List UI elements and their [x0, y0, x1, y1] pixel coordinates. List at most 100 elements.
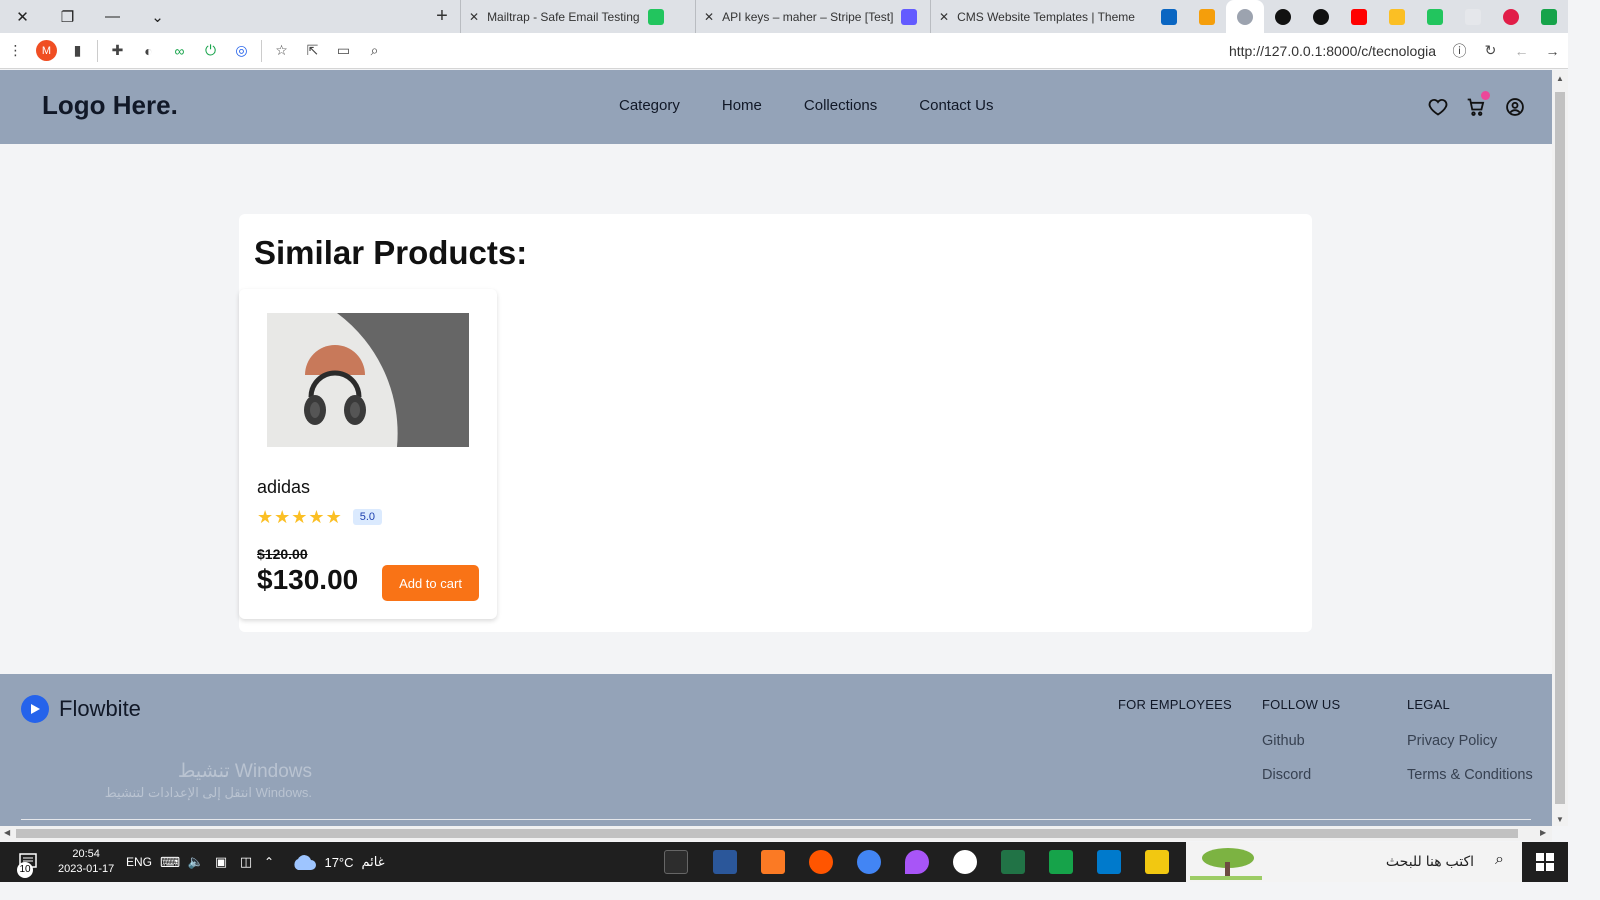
- product-title[interactable]: adidas: [257, 477, 310, 498]
- tab-close-icon[interactable]: ✕: [939, 10, 949, 24]
- tab-close-icon[interactable]: ✕: [704, 10, 714, 24]
- profile-avatar[interactable]: M: [31, 33, 62, 69]
- windows-taskbar: 10 20:54 2023-01-17 ENG ⌨ 🔈 ▣ ◫ ⌃ 17°C غ…: [0, 842, 1568, 882]
- pinned-tab-apps[interactable]: [1416, 0, 1454, 33]
- horizontal-scrollbar[interactable]: ◀ ▶: [0, 826, 1552, 841]
- terminal-app-icon[interactable]: [664, 850, 688, 874]
- app-icon[interactable]: [1049, 850, 1073, 874]
- scroll-up-arrow-icon[interactable]: ▲: [1556, 74, 1564, 83]
- weather-cloud-icon[interactable]: [290, 842, 318, 882]
- scroll-right-arrow-icon[interactable]: ▶: [1540, 828, 1546, 837]
- extensions-puzzle-icon[interactable]: ✚: [102, 33, 133, 69]
- star-icon: ★: [274, 507, 291, 527]
- add-to-cart-button[interactable]: Add to cart: [382, 565, 479, 601]
- address-bar-url[interactable]: http://127.0.0.1:8000/c/tecnologia: [1229, 43, 1444, 59]
- menu-kebab-icon[interactable]: ⋮: [0, 33, 31, 69]
- reload-icon[interactable]: ↻: [1475, 33, 1506, 69]
- minimize-window-icon[interactable]: —: [90, 0, 135, 33]
- app-icon[interactable]: [953, 850, 977, 874]
- notifications-icon[interactable]: 10: [10, 842, 46, 882]
- pinned-tab-doc[interactable]: [1454, 0, 1492, 33]
- footer-link-discord[interactable]: Discord: [1262, 767, 1340, 783]
- pinned-tab-linkedin[interactable]: [1150, 0, 1188, 33]
- github-favicon-icon: [1275, 8, 1291, 25]
- back-arrow-icon[interactable]: ←: [1506, 33, 1537, 69]
- site-info-icon[interactable]: ⓘ: [1444, 33, 1475, 69]
- cart-icon[interactable]: [1464, 91, 1490, 119]
- vscode-app-icon[interactable]: [1097, 850, 1121, 874]
- taskbar-clock[interactable]: 20:54 2023-01-17: [58, 847, 114, 877]
- bookmark-star-icon[interactable]: ☆: [266, 33, 297, 69]
- pinned-tab-github[interactable]: [1302, 0, 1340, 33]
- windows-activation-watermark: تنشيط Windows انتقل إلى الإعدادات لتنشيط…: [82, 760, 312, 801]
- site-logo[interactable]: Logo Here.: [42, 90, 178, 121]
- footer-link-terms[interactable]: Terms & Conditions: [1407, 767, 1533, 783]
- nav-collections[interactable]: Collections: [804, 97, 877, 114]
- windows-start-icon[interactable]: [1522, 842, 1568, 882]
- nav-contact-us[interactable]: Contact Us: [919, 97, 993, 114]
- tab-cms-templates[interactable]: ✕ CMS Website Templates | Theme: [930, 0, 1150, 33]
- volume-icon[interactable]: 🔈: [186, 842, 206, 882]
- meet-now-icon[interactable]: ◫: [236, 842, 256, 882]
- tab-search-chevron-icon[interactable]: ⌄: [135, 0, 180, 33]
- browser-toolbar: ⋮ M ▮ ✚ ◐ ∞ ⏻ ◎ ☆ ⇱ ▭ ⌕ http://127.0.0.1…: [0, 33, 1568, 69]
- tab-stripe[interactable]: ✕ API keys – maher – Stripe [Test]: [695, 0, 930, 33]
- weather-condition[interactable]: غائم: [358, 842, 388, 882]
- network-icon[interactable]: ▣: [210, 842, 232, 882]
- weather-temperature[interactable]: 17°C: [322, 842, 356, 882]
- extension-ring-icon[interactable]: ◎: [226, 33, 257, 69]
- scroll-down-arrow-icon[interactable]: ▼: [1556, 815, 1564, 824]
- restore-window-icon[interactable]: ❐: [45, 0, 90, 33]
- extension-icon[interactable]: ∞: [164, 33, 195, 69]
- mailtrap-favicon-icon: [647, 8, 664, 25]
- xampp-app-icon[interactable]: [761, 850, 785, 874]
- pinned-tab-t[interactable]: [1492, 0, 1530, 33]
- zoom-icon[interactable]: ⌕: [359, 33, 390, 69]
- pinned-tab-phpmyadmin[interactable]: [1188, 0, 1226, 33]
- product-card[interactable]: adidas ★ ★ ★ ★ ★ 5.0 $120.00 $130.00 Add…: [239, 289, 497, 619]
- keep-favicon-icon: [1389, 8, 1405, 25]
- product-image[interactable]: [267, 313, 469, 447]
- soundcloud-app-icon[interactable]: [809, 850, 833, 874]
- chrome-app-icon[interactable]: [857, 850, 881, 874]
- pinned-tab-youtube[interactable]: [1340, 0, 1378, 33]
- language-indicator[interactable]: ENG: [126, 842, 152, 882]
- share-icon[interactable]: ⇱: [297, 33, 328, 69]
- footer-link-github[interactable]: Github: [1262, 733, 1340, 749]
- pinned-tab-active[interactable]: [1226, 0, 1264, 33]
- power-icon[interactable]: ⏻: [195, 33, 226, 69]
- pinned-tab-sheets[interactable]: [1530, 0, 1568, 33]
- wishlist-heart-icon[interactable]: [1426, 95, 1450, 119]
- taskbar-search-box[interactable]: اكتب هنا للبحث ⌕: [1186, 842, 1522, 882]
- sidebar-icon[interactable]: ▮: [62, 33, 93, 69]
- paint-app-icon[interactable]: [905, 850, 929, 874]
- scroll-left-arrow-icon[interactable]: ◀: [4, 828, 10, 837]
- footer-brand[interactable]: Flowbite: [21, 695, 141, 723]
- word-app-icon[interactable]: [713, 850, 737, 874]
- close-window-icon[interactable]: ✕: [0, 0, 45, 33]
- tab-mailtrap[interactable]: ✕ Mailtrap - Safe Email Testing: [460, 0, 695, 33]
- vertical-scrollbar[interactable]: ▲ ▼: [1552, 70, 1568, 826]
- user-account-icon[interactable]: [1503, 95, 1527, 119]
- reader-mode-icon[interactable]: ▭: [328, 33, 359, 69]
- clock-date: 2023-01-17: [58, 863, 115, 875]
- phpmyadmin-favicon-icon: [1199, 8, 1215, 25]
- pinned-tab-github[interactable]: [1264, 0, 1302, 33]
- search-placeholder: اكتب هنا للبحث: [1385, 853, 1474, 869]
- nav-category[interactable]: Category: [619, 97, 680, 114]
- footer-link-privacy-policy[interactable]: Privacy Policy: [1407, 733, 1533, 749]
- avatar: M: [36, 40, 57, 61]
- new-tab-plus-icon[interactable]: +: [424, 0, 460, 33]
- tab-close-icon[interactable]: ✕: [469, 10, 479, 24]
- pinned-tab-keep[interactable]: [1378, 0, 1416, 33]
- scrollbar-thumb[interactable]: [1555, 92, 1565, 804]
- excel-app-icon[interactable]: [1001, 850, 1025, 874]
- site-footer: Flowbite تنشيط Windows انتقل إلى الإعداد…: [0, 674, 1552, 826]
- forward-arrow-icon[interactable]: →: [1537, 33, 1568, 69]
- file-explorer-app-icon[interactable]: [1145, 850, 1169, 874]
- nav-home[interactable]: Home: [722, 97, 762, 114]
- extension-icon[interactable]: ◐: [133, 33, 164, 69]
- show-hidden-icons-chevron-icon[interactable]: ⌃: [260, 842, 278, 882]
- scrollbar-thumb[interactable]: [16, 829, 1518, 838]
- keyboard-icon[interactable]: ⌨: [158, 842, 182, 882]
